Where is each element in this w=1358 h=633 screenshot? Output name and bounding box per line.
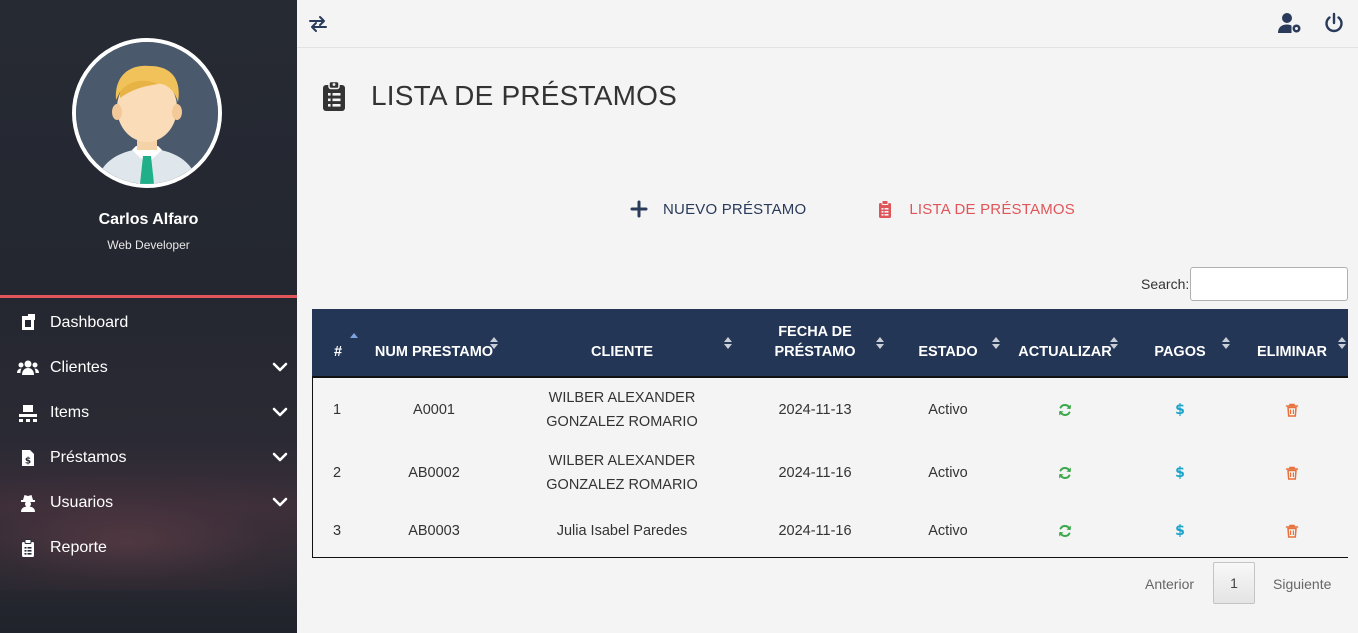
sidebar-item-label: Clientes <box>50 358 108 376</box>
clipboard-list-icon <box>323 81 345 111</box>
refresh-icon[interactable] <box>1058 403 1072 417</box>
column-header-fecha[interactable]: FECHA DE PRÉSTAMO <box>740 309 890 378</box>
sidebar-item-clientes[interactable]: Clientes <box>0 345 297 390</box>
sidebar-item-reporte[interactable]: Reporte <box>0 525 297 570</box>
column-header-eliminar[interactable]: ELIMINAR <box>1236 309 1348 378</box>
search-input[interactable] <box>1190 267 1348 301</box>
file-invoice-dollar-icon: $ <box>17 447 39 469</box>
table-row: 1 A0001 WILBER ALEXANDER GONZALEZ ROMARI… <box>312 377 1348 441</box>
sort-icon <box>1222 337 1230 349</box>
sidebar-toggle-exchange-icon[interactable] <box>307 13 329 35</box>
trash-icon[interactable] <box>1285 524 1299 538</box>
column-header-pagos[interactable]: PAGOS <box>1124 309 1236 378</box>
svg-text:$: $ <box>25 456 31 466</box>
search-label: Search: <box>1141 276 1190 292</box>
trash-icon[interactable] <box>1285 466 1299 480</box>
loan-status: Activo <box>928 401 968 418</box>
loan-code: AB0002 <box>408 465 460 481</box>
row-number: 3 <box>333 523 342 539</box>
loan-list-label: LISTA DE PRÉSTAMOS <box>909 200 1075 218</box>
refresh-icon[interactable] <box>1058 524 1072 538</box>
user-secret-icon <box>17 492 39 514</box>
new-loan-label: NUEVO PRÉSTAMO <box>663 200 807 218</box>
pallet-icon <box>17 402 39 424</box>
sidebar-item-label: Dashboard <box>50 313 129 331</box>
column-header-num-prestamo[interactable]: NUM PRESTAMO <box>364 309 504 378</box>
trash-icon[interactable] <box>1285 403 1299 417</box>
loan-date: 2024-11-16 <box>778 465 852 481</box>
users-icon <box>17 357 39 379</box>
client-name: WILBER ALEXANDER GONZALEZ ROMARIO <box>546 453 698 493</box>
chevron-down-icon[interactable] <box>271 493 289 511</box>
sort-icon <box>1110 337 1118 349</box>
table-row: 2 AB0002 WILBER ALEXANDER GONZALEZ ROMAR… <box>312 441 1348 505</box>
table-header-row: # NUM PRESTAMO CLIENTE FECHA DE PRÉSTAMO… <box>312 309 1348 378</box>
loan-status: Activo <box>928 465 968 481</box>
column-header-actualizar[interactable]: ACTUALIZAR <box>1006 309 1124 378</box>
row-number: 2 <box>333 465 342 481</box>
chevron-down-icon[interactable] <box>271 403 289 421</box>
user-settings-icon[interactable] <box>1278 12 1302 34</box>
dollar-payments-icon[interactable]: $ <box>1173 466 1187 480</box>
chevron-down-icon[interactable] <box>271 358 289 376</box>
column-header-estado[interactable]: ESTADO <box>890 309 1006 378</box>
sidebar-item-dashboard[interactable]: Dashboard <box>0 300 297 345</box>
sidebar: Carlos Alfaro Web Developer Dashboard Cl… <box>0 0 297 633</box>
sidebar-item-prestamos[interactable]: $ Préstamos <box>0 435 297 480</box>
loan-date: 2024-11-16 <box>778 523 852 539</box>
sort-icon <box>876 337 884 349</box>
loan-code: AB0003 <box>408 523 460 539</box>
sort-icon <box>490 337 498 349</box>
dashboard-icon <box>17 312 39 334</box>
loan-code: A0001 <box>413 401 455 418</box>
page-header: LISTA DE PRÉSTAMOS <box>322 80 677 112</box>
sidebar-item-items[interactable]: Items <box>0 390 297 435</box>
power-logout-icon[interactable] <box>1323 12 1345 34</box>
user-profile: Carlos Alfaro Web Developer <box>0 0 297 295</box>
row-number: 1 <box>333 401 342 418</box>
sidebar-item-usuarios[interactable]: Usuarios <box>0 480 297 525</box>
action-links: NUEVO PRÉSTAMO LISTA DE PRÉSTAMOS <box>630 200 1075 218</box>
avatar <box>72 38 222 188</box>
dollar-payments-icon[interactable]: $ <box>1173 524 1187 538</box>
column-header-cliente[interactable]: CLIENTE <box>504 309 740 378</box>
sidebar-item-label: Items <box>50 403 90 421</box>
page-title: LISTA DE PRÉSTAMOS <box>371 80 677 111</box>
sidebar-item-label: Reporte <box>50 538 107 556</box>
sidebar-item-label: Préstamos <box>50 448 127 466</box>
refresh-icon[interactable] <box>1058 466 1072 480</box>
table-row: 3 AB0003 Julia Isabel Paredes 2024-11-16… <box>312 505 1348 557</box>
column-header-num[interactable]: # <box>312 309 364 378</box>
sort-icon <box>1338 337 1346 349</box>
avatar-illustration <box>76 42 218 184</box>
pagination-next[interactable]: Siguiente <box>1273 576 1331 592</box>
dollar-payments-icon[interactable]: $ <box>1173 403 1187 417</box>
client-name: Julia Isabel Paredes <box>556 523 688 539</box>
loan-status: Activo <box>928 523 968 539</box>
sidebar-item-label: Usuarios <box>50 493 114 511</box>
sort-icon <box>724 337 732 349</box>
chevron-down-icon[interactable] <box>271 448 289 466</box>
user-role: Web Developer <box>107 238 190 252</box>
loans-table: # NUM PRESTAMO CLIENTE FECHA DE PRÉSTAMO… <box>312 309 1348 557</box>
sidebar-divider <box>0 295 297 298</box>
clipboard-list-icon <box>17 537 39 559</box>
client-name: WILBER ALEXANDER GONZALEZ ROMARIO <box>546 389 698 430</box>
user-name: Carlos Alfaro <box>98 211 199 228</box>
loan-date: 2024-11-13 <box>778 401 852 418</box>
sort-ascending-icon <box>350 333 358 338</box>
sidebar-menu: Dashboard Clientes Items $ Préstamos Usu… <box>0 300 297 570</box>
pagination-page-1[interactable]: 1 <box>1213 562 1255 604</box>
topbar <box>297 0 1358 48</box>
plus-icon <box>630 200 648 218</box>
sort-icon <box>992 337 1000 349</box>
pagination-previous[interactable]: Anterior <box>1145 576 1194 592</box>
clipboard-list-icon <box>879 200 892 218</box>
loan-list-link[interactable]: LISTA DE PRÉSTAMOS <box>876 200 1075 218</box>
new-loan-link[interactable]: NUEVO PRÉSTAMO <box>630 200 806 218</box>
